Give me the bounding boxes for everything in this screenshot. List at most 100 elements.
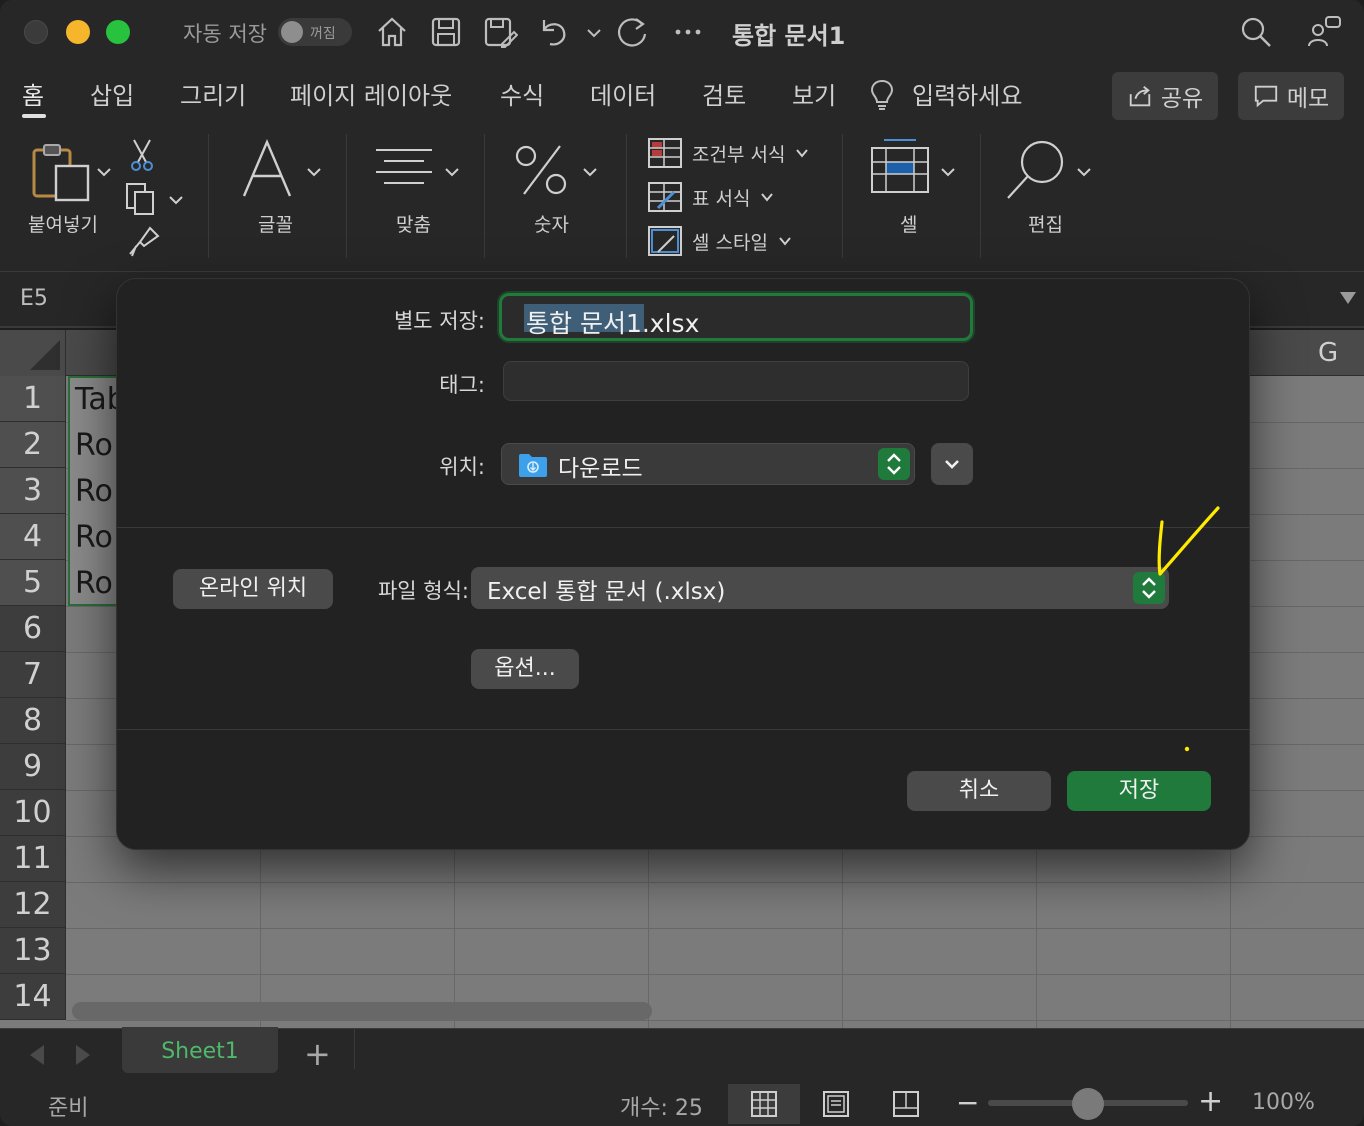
cancel-button[interactable]: 취소 (907, 771, 1051, 811)
save-edit-icon[interactable] (482, 14, 519, 50)
filename-input[interactable]: 통합 문서1.xlsx (499, 293, 973, 341)
save-icon[interactable] (428, 14, 464, 50)
conditional-formatting-button[interactable]: 조건부 서식 (648, 136, 809, 170)
zoom-out-button[interactable]: − (956, 1086, 979, 1119)
cell-a3[interactable]: Ro (75, 474, 113, 509)
comments-label: 메모 (1286, 86, 1330, 112)
cells-icon[interactable] (870, 138, 930, 194)
tell-me-input[interactable]: 입력하세요 (912, 76, 1022, 111)
cut-icon[interactable] (128, 138, 156, 172)
select-all-corner[interactable] (0, 330, 66, 376)
tab-data[interactable]: 데이터 (590, 76, 656, 111)
tab-formulas[interactable]: 수식 (500, 76, 544, 111)
window-maximize-button[interactable] (106, 20, 130, 44)
paste-icon[interactable] (32, 142, 94, 204)
row-header[interactable]: 5 (0, 560, 66, 606)
row-header[interactable]: 7 (0, 652, 66, 698)
tab-draw[interactable]: 그리기 (180, 76, 246, 111)
column-header-g[interactable]: G (1318, 338, 1338, 368)
gridline (66, 882, 1364, 883)
tab-insert[interactable]: 삽입 (90, 76, 134, 111)
ribbon-separator (208, 134, 209, 258)
account-icon[interactable] (1306, 14, 1342, 50)
zoom-in-button[interactable]: + (1198, 1084, 1223, 1119)
normal-view-button[interactable] (728, 1084, 800, 1124)
page-break-view-icon (893, 1091, 919, 1117)
percent-icon[interactable] (514, 142, 570, 198)
share-button[interactable]: 공유 (1112, 72, 1218, 120)
row-header[interactable]: 8 (0, 698, 66, 744)
row-header[interactable]: 4 (0, 514, 66, 560)
add-sheet-icon[interactable]: + (304, 1035, 331, 1073)
divider (117, 729, 1249, 730)
redo-icon[interactable] (614, 14, 650, 50)
paste-dropdown-icon[interactable] (96, 164, 112, 180)
page-layout-view-button[interactable] (800, 1084, 872, 1124)
font-icon[interactable] (240, 138, 294, 200)
tags-label: 태그: (439, 373, 485, 397)
undo-icon[interactable] (536, 14, 572, 50)
row-header[interactable]: 9 (0, 744, 66, 790)
cell-a2[interactable]: Ro (75, 428, 113, 463)
tags-input[interactable] (503, 361, 969, 401)
undo-dropdown-icon[interactable] (576, 14, 606, 50)
horizontal-scrollbar[interactable] (72, 1002, 652, 1020)
font-dropdown-icon[interactable] (306, 164, 322, 180)
previous-sheet-icon[interactable] (30, 1045, 44, 1065)
cells-dropdown-icon[interactable] (940, 164, 956, 180)
editing-dropdown-icon[interactable] (1076, 164, 1092, 180)
format-as-table-icon (648, 182, 682, 212)
row-header[interactable]: 13 (0, 928, 66, 974)
tab-page-layout[interactable]: 페이지 레이아웃 (290, 76, 452, 111)
expand-dialog-button[interactable] (931, 443, 973, 485)
search-icon[interactable] (1238, 14, 1274, 50)
format-as-table-button[interactable]: 표 서식 (648, 180, 774, 214)
row-header[interactable]: 2 (0, 422, 66, 468)
name-box[interactable]: E5 (20, 286, 48, 311)
grid-view-icon (751, 1091, 777, 1117)
formula-bar-expand-icon[interactable] (1340, 292, 1356, 304)
online-locations-button[interactable]: 온라인 위치 (173, 569, 333, 609)
row-header[interactable]: 12 (0, 882, 66, 928)
location-popup[interactable]: 다운로드 (501, 443, 915, 485)
tab-view[interactable]: 보기 (792, 76, 836, 111)
save-button[interactable]: 저장 (1067, 771, 1211, 811)
number-dropdown-icon[interactable] (582, 164, 598, 180)
sheet-tab-sheet1[interactable]: Sheet1 (122, 1027, 278, 1073)
options-button[interactable]: 옵션... (471, 649, 579, 689)
format-painter-icon[interactable] (126, 224, 162, 258)
window-close-button[interactable] (24, 20, 48, 44)
more-icon[interactable] (670, 14, 706, 50)
status-ready: 준비 (48, 1096, 89, 1121)
cell-styles-button[interactable]: 셀 스타일 (648, 224, 792, 258)
window-minimize-button[interactable] (66, 20, 90, 44)
row-header[interactable]: 1 (0, 376, 66, 422)
editing-search-icon[interactable] (1004, 138, 1068, 202)
row-header[interactable]: 3 (0, 468, 66, 514)
tab-home[interactable]: 홈 (22, 76, 44, 111)
copy-icon[interactable] (124, 182, 160, 216)
comments-button[interactable]: 메모 (1238, 72, 1344, 120)
tab-review[interactable]: 검토 (702, 76, 746, 111)
cell-a5[interactable]: Ro (75, 566, 113, 601)
cell-a4[interactable]: Ro (75, 520, 113, 555)
copy-dropdown-icon[interactable] (168, 192, 184, 208)
alignment-icon[interactable] (374, 146, 434, 192)
autosave-state: 꺼짐 (310, 26, 336, 42)
autosave-toggle[interactable]: 꺼짐 (278, 18, 352, 46)
page-break-view-button[interactable] (870, 1084, 942, 1124)
row-header[interactable]: 6 (0, 606, 66, 652)
home-icon[interactable] (374, 14, 410, 50)
cell-styles-icon (648, 226, 682, 256)
alignment-dropdown-icon[interactable] (444, 164, 460, 180)
row-header[interactable]: 11 (0, 836, 66, 882)
file-format-popup[interactable]: Excel 통합 문서 (.xlsx) (471, 567, 1169, 609)
zoom-level[interactable]: 100% (1252, 1090, 1315, 1115)
status-bar: 준비 개수: 25 − + 100% (0, 1080, 1364, 1126)
zoom-slider-handle[interactable] (1072, 1088, 1104, 1120)
row-header[interactable]: 14 (0, 974, 66, 1020)
sheet-tab-bar: Sheet1 + (0, 1027, 1364, 1080)
next-sheet-icon[interactable] (76, 1045, 90, 1065)
gridline (66, 974, 1364, 975)
row-header[interactable]: 10 (0, 790, 66, 836)
